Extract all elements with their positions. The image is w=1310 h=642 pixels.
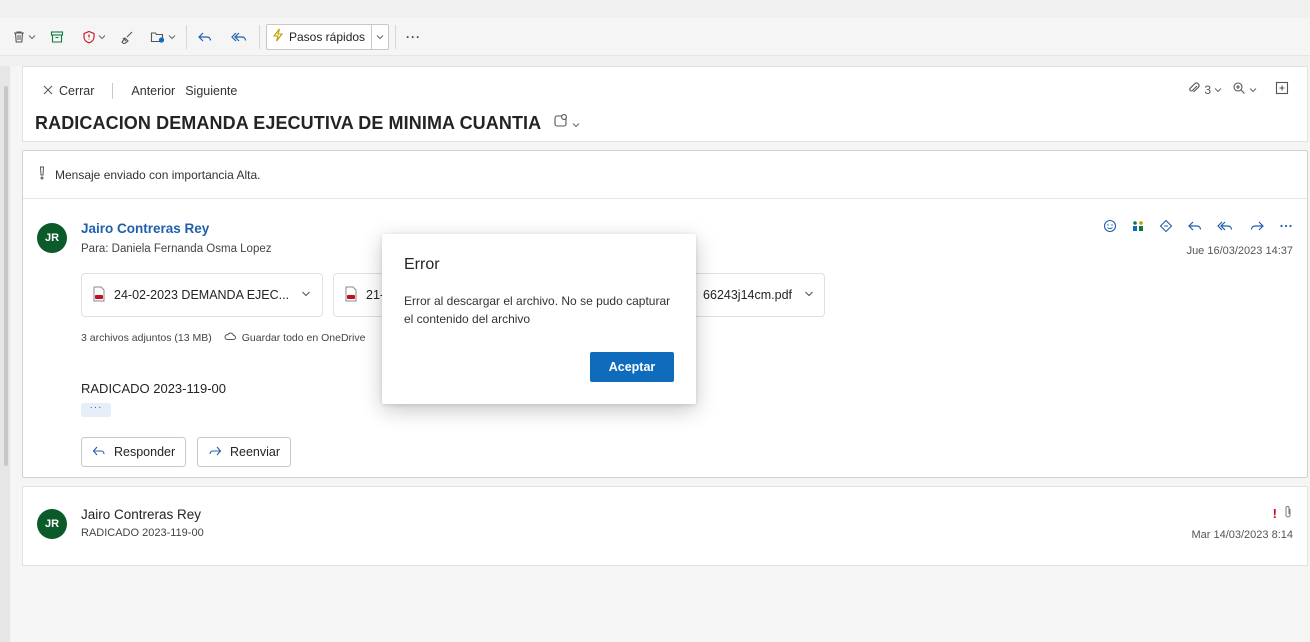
avatar[interactable]: JR xyxy=(37,509,67,539)
reading-header: Cerrar Anterior Siguiente 3 RADICACION D… xyxy=(22,66,1308,142)
archive-button[interactable] xyxy=(46,23,68,51)
scrollbar[interactable] xyxy=(0,66,10,642)
more-label: ··· xyxy=(406,29,422,44)
reply-icon[interactable] xyxy=(1187,219,1203,236)
tag-icon xyxy=(553,113,569,134)
collapsed-message[interactable]: JR Jairo Contreras Rey RADICADO 2023-119… xyxy=(22,486,1308,566)
delete-icon xyxy=(12,30,26,44)
zoom-button[interactable] xyxy=(1232,81,1257,98)
forward-label: Reenviar xyxy=(230,445,281,459)
reply-button[interactable] xyxy=(193,23,217,51)
pdf-icon xyxy=(344,286,358,305)
dialog-title: Error xyxy=(404,256,440,273)
toolbar-divider xyxy=(186,24,187,49)
chevron-down-icon[interactable] xyxy=(376,30,384,44)
reply-icon xyxy=(92,445,106,460)
attachments-summary-row: 3 archivos adjuntos (13 MB) Guardar todo… xyxy=(81,331,365,344)
quick-steps-icon xyxy=(271,28,285,45)
message-navigation: Cerrar Anterior Siguiente xyxy=(43,83,237,99)
dialog-message: Error al descargar el archivo. No se pud… xyxy=(404,294,671,326)
message-body: RADICADO 2023-119-00 xyxy=(81,381,226,396)
message-flags: ! xyxy=(1273,505,1293,522)
forward-icon xyxy=(208,445,222,460)
command-toolbar: Pasos rápidos ··· xyxy=(0,18,1310,56)
teams-icon[interactable] xyxy=(1131,219,1145,236)
reply-all-icon[interactable] xyxy=(1217,219,1235,236)
accept-button[interactable]: Aceptar xyxy=(590,352,674,382)
move-icon xyxy=(150,30,166,44)
reply-label: Responder xyxy=(114,445,176,459)
chevron-down-icon[interactable] xyxy=(804,288,814,302)
previous-button[interactable]: Anterior xyxy=(131,84,175,98)
nav-divider xyxy=(112,83,114,99)
delete-button[interactable] xyxy=(8,23,40,51)
close-icon xyxy=(43,84,53,98)
reply-button[interactable]: Responder xyxy=(81,437,187,467)
archive-icon xyxy=(50,30,64,44)
zoom-icon xyxy=(1232,81,1246,98)
forward-button[interactable]: Reenviar xyxy=(197,437,292,467)
attachment-name: 24-02-2023 DEMANDA EJEC... xyxy=(114,288,290,302)
attachment-icon xyxy=(1187,81,1201,98)
attachment-count: 3 xyxy=(1204,82,1211,97)
more-options-button[interactable]: ··· xyxy=(402,23,425,51)
save-all-onedrive-link[interactable]: Guardar todo en OneDrive xyxy=(242,332,366,344)
high-importance-icon xyxy=(37,166,47,183)
pdf-icon xyxy=(92,286,106,305)
subject-row: RADICACION DEMANDA EJECUTIVA DE MINIMA C… xyxy=(35,113,580,134)
message-date: Mar 14/03/2023 8:14 xyxy=(1191,529,1293,541)
attachment-icon xyxy=(1283,505,1293,522)
chevron-down-icon xyxy=(1214,83,1222,97)
reply-icon xyxy=(197,30,213,44)
sender-name[interactable]: Jairo Contreras Rey xyxy=(81,221,209,236)
reply-all-button[interactable] xyxy=(227,23,253,51)
close-label: Cerrar xyxy=(59,84,95,98)
report-icon xyxy=(82,30,96,44)
chevron-down-icon xyxy=(168,33,176,41)
attachment-card[interactable]: 24-02-2023 DEMANDA EJEC... xyxy=(81,273,323,317)
quick-steps-label: Pasos rápidos xyxy=(289,29,366,44)
message-subject: RADICACION DEMANDA EJECUTIVA DE MINIMA C… xyxy=(35,113,542,133)
error-dialog: Error Error al descargar el archivo. No … xyxy=(382,234,696,404)
report-button[interactable] xyxy=(78,23,110,51)
sweep-button[interactable] xyxy=(116,23,138,51)
chevron-down-icon xyxy=(98,33,106,41)
close-button[interactable]: Cerrar xyxy=(43,84,94,98)
chevron-down-icon xyxy=(1249,83,1257,97)
message-preview: RADICADO 2023-119-00 xyxy=(81,527,204,539)
toolbar-divider xyxy=(259,24,260,49)
attachments-summary: 3 archivos adjuntos (13 MB) xyxy=(81,331,212,344)
show-trimmed-content-button[interactable]: ··· xyxy=(81,403,111,417)
attachments-count-button[interactable]: 3 xyxy=(1187,81,1222,98)
sticker-icon[interactable] xyxy=(1159,219,1173,236)
expand-icon xyxy=(1275,81,1289,98)
chevron-down-icon[interactable] xyxy=(301,288,311,302)
toolbar-divider xyxy=(395,24,397,49)
message-actions xyxy=(1103,219,1293,236)
recipients-line: Para: Daniela Fernanda Osma Lopez xyxy=(81,243,272,255)
importance-text: Mensaje enviado con importancia Alta. xyxy=(55,167,261,182)
move-button[interactable] xyxy=(146,23,180,51)
high-importance-mark: ! xyxy=(1272,506,1277,521)
reply-all-icon xyxy=(231,30,249,44)
quick-steps-button[interactable]: Pasos rápidos xyxy=(266,23,390,50)
open-in-new-window-button[interactable] xyxy=(1275,81,1289,98)
cloud-icon xyxy=(224,331,236,344)
forward-icon[interactable] xyxy=(1249,219,1265,236)
emoji-icon[interactable] xyxy=(1103,219,1117,236)
chevron-down-icon xyxy=(28,33,36,41)
header-tools: 3 xyxy=(1187,81,1289,98)
next-button[interactable]: Siguiente xyxy=(185,84,237,98)
message-date: Jue 16/03/2023 14:37 xyxy=(1186,245,1293,257)
importance-banner: Mensaje enviado con importancia Alta. xyxy=(23,151,1307,199)
more-icon[interactable] xyxy=(1279,219,1293,236)
attachment-name: 66243j14cm.pdf xyxy=(703,288,792,302)
categorize-button[interactable] xyxy=(553,113,580,134)
chevron-down-icon xyxy=(572,113,580,134)
sweep-icon xyxy=(120,30,134,44)
sender-name[interactable]: Jairo Contreras Rey xyxy=(81,507,201,522)
split-divider xyxy=(371,24,373,49)
avatar[interactable]: JR xyxy=(37,223,67,253)
scrollbar-thumb[interactable] xyxy=(4,86,8,466)
